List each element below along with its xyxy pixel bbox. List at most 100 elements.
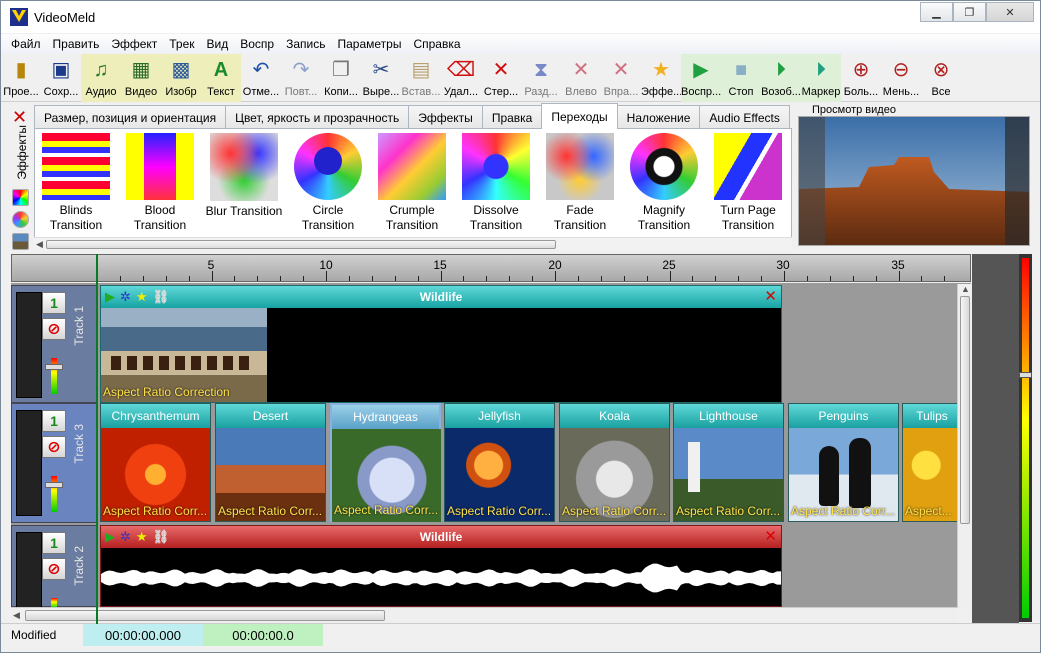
status-time-position: 00:00:00.000 [83, 624, 203, 646]
effect-crumple[interactable]: Crumple Transition [371, 133, 453, 233]
effects-scroll-thumb[interactable] [46, 240, 556, 249]
clip-settings-icon[interactable]: ✲ [120, 529, 131, 545]
effects-horizontal-scrollbar[interactable]: ◀ [34, 237, 792, 250]
clip-remove-icon[interactable]: ✕ [764, 527, 777, 545]
paste-button[interactable]: ▤ Встав... [401, 54, 441, 102]
menu-file[interactable]: Файл [11, 37, 41, 51]
minimize-button[interactable]: ▁ [920, 2, 953, 22]
zoom-all-button[interactable]: ⊗ Все [921, 54, 961, 102]
effect-blur[interactable]: Blur Transition [203, 133, 285, 233]
master-volume-slider[interactable] [1019, 372, 1032, 378]
tracks-vertical-scrollbar[interactable]: ▲ [957, 284, 971, 608]
image-clip[interactable]: Desert Aspect Ratio Corr... [215, 403, 326, 522]
clip-remove-icon[interactable]: ✕ [764, 287, 777, 305]
zoom-in-button[interactable]: ⊕ Боль... [841, 54, 881, 102]
track-solo-button[interactable]: 1 [42, 410, 66, 432]
scroll-left-icon[interactable]: ◀ [13, 610, 20, 621]
move-left-button[interactable]: ✕ Влево [561, 54, 601, 102]
resume-button[interactable]: ⏵ Возоб... [761, 54, 801, 102]
track-solo-button[interactable]: 1 [42, 292, 66, 314]
track-volume-slider[interactable] [45, 482, 63, 488]
audio-clip-wildlife[interactable]: ▶ ✲ ★ ⛓ Wildlife ✕ [100, 525, 782, 607]
clip-link-icon[interactable]: ⛓ [153, 529, 170, 545]
effect-circle[interactable]: Circle Transition [287, 133, 369, 233]
copy-button[interactable]: ❐ Копи... [321, 54, 361, 102]
color-wheel-icon[interactable] [12, 211, 29, 228]
clip-effect-star-icon[interactable]: ★ [136, 289, 148, 305]
clip-play-icon[interactable]: ▶ [105, 289, 115, 305]
videomeld-logo-icon [10, 8, 28, 26]
track-volume-slider[interactable] [45, 364, 63, 370]
clip-settings-icon[interactable]: ✲ [120, 289, 131, 305]
track-mute-button[interactable]: ⊘ [42, 318, 66, 340]
effect-blood[interactable]: Blood Transition [119, 133, 201, 233]
menu-effect[interactable]: Эффект [111, 37, 157, 51]
undo-button[interactable]: ↶ Отме... [241, 54, 281, 102]
menu-view[interactable]: Вид [207, 37, 229, 51]
move-right-button[interactable]: ✕ Впра... [601, 54, 641, 102]
menu-record[interactable]: Запись [286, 37, 325, 51]
effect-blinds[interactable]: Blinds Transition [35, 133, 117, 233]
image-clip[interactable]: Penguins Aspect Ratio Corr... [788, 403, 899, 522]
tracks-scroll-thumb[interactable] [960, 296, 970, 524]
tab-color-brightness[interactable]: Цвет, яркость и прозрачность [225, 105, 410, 129]
video-preview[interactable] [798, 116, 1030, 246]
menu-edit[interactable]: Править [53, 37, 100, 51]
timeline-scroll-thumb[interactable] [25, 610, 385, 621]
add-text-button[interactable]: A Текст [201, 54, 241, 102]
effect-dissolve[interactable]: Dissolve Transition [455, 133, 537, 233]
tab-size-position[interactable]: Размер, позиция и ориентация [34, 105, 227, 129]
redo-button[interactable]: ↷ Повт... [281, 54, 321, 102]
copy-icon: ❐ [332, 59, 350, 81]
image-clip[interactable]: Lighthouse Aspect Ratio Corr... [673, 403, 784, 522]
split-button[interactable]: ⧗ Разд... [521, 54, 561, 102]
menu-playback[interactable]: Воспр [240, 37, 274, 51]
effect-magnify[interactable]: Magnify Transition [623, 133, 705, 233]
timeline-horizontal-scrollbar[interactable]: ◀ [11, 607, 957, 623]
erase-button[interactable]: ✕ Стер... [481, 54, 521, 102]
tab-audio-effects[interactable]: Audio Effects [699, 105, 790, 129]
clip-effect-star-icon[interactable]: ★ [136, 529, 148, 545]
image-clip[interactable]: Jellyfish Aspect Ratio Corr... [444, 403, 555, 522]
stop-button[interactable]: ■ Стоп [721, 54, 761, 102]
add-audio-button[interactable]: ♫ Аудио [81, 54, 121, 102]
image-clip[interactable]: Koala Aspect Ratio Corr... [559, 403, 670, 522]
palette-icon[interactable] [12, 189, 29, 206]
timeline-tracks[interactable]: 1 ⊘ Track 1 ▶ ✲ ★ ⛓ Wildlife ✕ Aspect Ra… [11, 283, 971, 607]
add-video-button[interactable]: ▦ Видео [121, 54, 161, 102]
landscape-icon[interactable] [12, 233, 29, 250]
track-mute-button[interactable]: ⊘ [42, 558, 66, 580]
image-clip[interactable]: Hydrangeas Aspect Ratio Corr... [330, 403, 441, 522]
maximize-button[interactable]: ❐ [953, 2, 986, 22]
menu-help[interactable]: Справка [413, 37, 460, 51]
tab-transitions[interactable]: Переходы [541, 103, 618, 129]
menu-settings[interactable]: Параметры [337, 37, 401, 51]
effect-turn-page[interactable]: Turn Page Transition [707, 133, 789, 233]
menu-track[interactable]: Трек [169, 37, 194, 51]
effect-button[interactable]: ★ Эффе... [641, 54, 681, 102]
video-clip-wildlife[interactable]: ▶ ✲ ★ ⛓ Wildlife ✕ Aspect Ratio Correcti… [100, 285, 782, 403]
track-solo-button[interactable]: 1 [42, 532, 66, 554]
close-button[interactable]: ✕ [986, 2, 1034, 22]
tab-edit[interactable]: Правка [481, 105, 543, 129]
scroll-left-icon[interactable]: ◀ [36, 239, 43, 250]
play-button[interactable]: ▶ Воспр... [681, 54, 721, 102]
scroll-up-icon[interactable]: ▲ [961, 284, 970, 294]
add-image-button[interactable]: ▩ Изобр [161, 54, 201, 102]
marker-button[interactable]: ⏵ Маркер [801, 54, 841, 102]
zoom-out-button[interactable]: ⊖ Мень... [881, 54, 921, 102]
delete-button[interactable]: ⌫ Удал... [441, 54, 481, 102]
image-clip[interactable]: Chrysanthemum Aspect Ratio Corr... [100, 403, 211, 522]
clip-link-icon[interactable]: ⛓ [153, 289, 170, 305]
cut-button[interactable]: ✂ Выре... [361, 54, 401, 102]
image-clip[interactable]: Tulips Aspect... [902, 403, 962, 522]
project-button[interactable]: ▮ Прое... [1, 54, 41, 102]
tab-overlay[interactable]: Наложение [616, 105, 701, 129]
track-mute-button[interactable]: ⊘ [42, 436, 66, 458]
clip-play-icon[interactable]: ▶ [105, 529, 115, 545]
tab-effects[interactable]: Эффекты [408, 105, 483, 129]
playhead[interactable] [96, 254, 98, 624]
timeline-ruler[interactable]: 5 10 15 20 25 30 35 [11, 254, 971, 282]
save-button[interactable]: ▣ Сохр... [41, 54, 81, 102]
effect-fade[interactable]: Fade Transition [539, 133, 621, 233]
